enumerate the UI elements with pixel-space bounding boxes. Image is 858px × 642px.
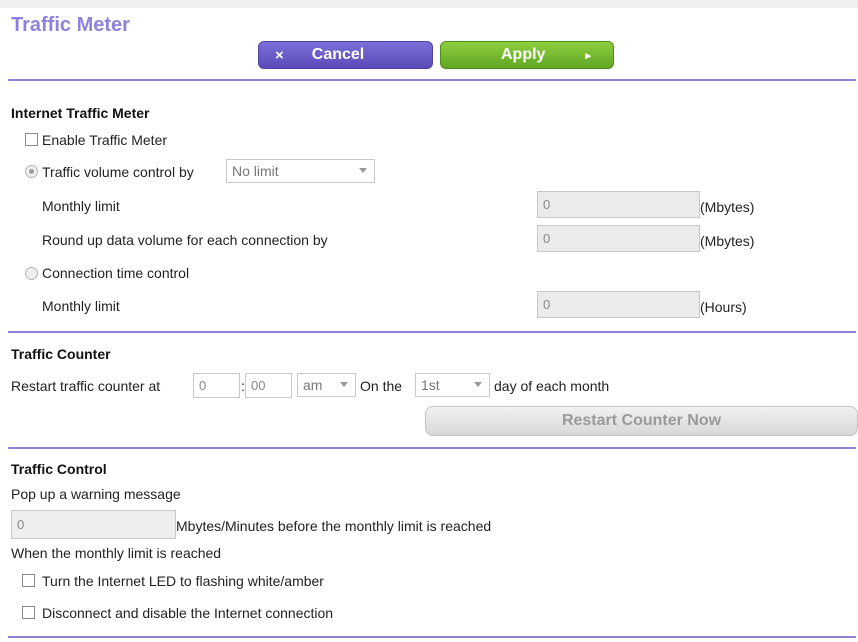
- top-border: [0, 0, 858, 8]
- section-title-traffic-control: Traffic Control: [11, 461, 107, 477]
- monthly-limit-input[interactable]: 0: [537, 191, 700, 218]
- restart-counter-label: Restart traffic counter at: [11, 378, 161, 394]
- time-monthly-limit-label: Monthly limit: [42, 298, 120, 314]
- restart-hour-input[interactable]: 0: [193, 373, 240, 398]
- led-flashing-label: Turn the Internet LED to flashing white/…: [42, 573, 324, 589]
- warning-threshold-input[interactable]: 0: [11, 510, 176, 539]
- day-suffix-label: day of each month: [494, 378, 610, 394]
- led-flashing-checkbox[interactable]: [22, 574, 35, 587]
- popup-warning-label: Pop up a warning message: [11, 486, 181, 502]
- chevron-down-icon: [340, 382, 348, 387]
- divider: [8, 331, 856, 333]
- section-title-internet-meter: Internet Traffic Meter: [11, 105, 150, 121]
- close-icon: ×: [275, 46, 284, 64]
- chevron-down-icon: [359, 168, 367, 173]
- volume-control-select[interactable]: No limit: [226, 159, 375, 183]
- divider: [8, 636, 856, 638]
- divider: [8, 79, 856, 81]
- volume-control-value: No limit: [232, 163, 279, 179]
- day-value: 1st: [421, 377, 440, 393]
- enable-traffic-meter-label: Enable Traffic Meter: [42, 132, 168, 148]
- cancel-button-label: Cancel: [311, 46, 365, 63]
- ampm-select[interactable]: am: [297, 373, 356, 397]
- traffic-volume-radio[interactable]: [25, 165, 38, 178]
- when-reached-label: When the monthly limit is reached: [11, 545, 222, 561]
- traffic-volume-label: Traffic volume control by: [42, 164, 194, 180]
- restart-minute-input[interactable]: 00: [245, 373, 292, 398]
- connection-time-label: Connection time control: [42, 265, 190, 281]
- apply-button-label: Apply: [501, 46, 546, 63]
- warning-threshold-suffix: Mbytes/Minutes before the monthly limit …: [176, 518, 492, 534]
- disconnect-internet-label: Disconnect and disable the Internet conn…: [42, 605, 334, 621]
- chevron-down-icon: [474, 382, 482, 387]
- day-select[interactable]: 1st: [415, 373, 490, 397]
- disconnect-internet-checkbox[interactable]: [22, 606, 35, 619]
- monthly-limit-label: Monthly limit: [42, 198, 120, 214]
- time-monthly-limit-input[interactable]: 0: [537, 291, 700, 318]
- cancel-button[interactable]: × Cancel: [258, 41, 433, 69]
- arrow-right-icon: ▸: [585, 49, 591, 62]
- divider: [8, 447, 856, 449]
- enable-traffic-meter-checkbox[interactable]: [25, 133, 38, 146]
- roundup-unit: (Mbytes): [700, 233, 755, 249]
- monthly-limit-unit: (Mbytes): [700, 199, 755, 215]
- ampm-value: am: [303, 377, 323, 393]
- apply-button[interactable]: Apply ▸: [440, 41, 614, 69]
- page-title: Traffic Meter: [11, 14, 130, 36]
- connection-time-radio[interactable]: [25, 267, 38, 280]
- section-title-traffic-counter: Traffic Counter: [11, 346, 111, 362]
- roundup-label: Round up data volume for each connection…: [42, 232, 328, 248]
- restart-counter-now-button[interactable]: Restart Counter Now: [425, 406, 858, 436]
- time-monthly-limit-unit: (Hours): [700, 299, 747, 315]
- roundup-input[interactable]: 0: [537, 225, 700, 252]
- on-the-label: On the: [360, 378, 403, 394]
